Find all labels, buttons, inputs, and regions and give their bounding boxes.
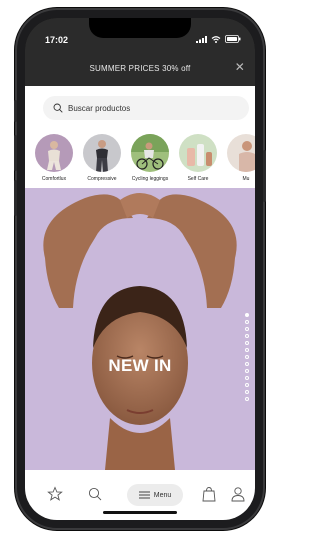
search-input[interactable]: Buscar productos: [43, 96, 249, 120]
category-item-cycling-leggings[interactable]: Cycling leggings: [123, 134, 177, 182]
slide-dot[interactable]: [245, 348, 249, 352]
battery-icon: [225, 35, 241, 43]
wifi-icon: [211, 35, 221, 43]
screen: 17:02 SUMMER PRICES 30% off ✕ Buscar pro…: [25, 18, 255, 520]
power-button: [263, 150, 266, 202]
search-placeholder: Buscar productos: [68, 103, 131, 113]
slide-dot[interactable]: [245, 334, 249, 338]
search-icon: [53, 103, 63, 113]
slide-dot[interactable]: [245, 327, 249, 331]
slide-dot[interactable]: [245, 313, 249, 317]
slide-dot[interactable]: [245, 390, 249, 394]
category-label: Cycling leggings: [131, 176, 169, 182]
slide-dot[interactable]: [245, 369, 249, 373]
menu-label: Menu: [153, 491, 172, 499]
category-thumbnail: [83, 134, 121, 172]
category-thumbnail: [35, 134, 73, 172]
category-label: Compressive: [87, 176, 117, 182]
category-item-comfortlux[interactable]: Comfortlux: [27, 134, 81, 182]
slide-dot[interactable]: [245, 397, 249, 401]
category-thumbnail: [131, 134, 169, 172]
slide-dot[interactable]: [245, 376, 249, 380]
promo-text: SUMMER PRICES 30% off: [89, 63, 191, 73]
slide-dot[interactable]: [245, 341, 249, 345]
hero-title: NEW IN: [108, 356, 172, 375]
search-icon[interactable]: [87, 486, 103, 502]
menu-icon: [138, 491, 150, 499]
category-label: Comfortlux: [41, 176, 67, 182]
phone-frame: 17:02 SUMMER PRICES 30% off ✕ Buscar pro…: [14, 10, 266, 528]
bag-icon[interactable]: [201, 486, 217, 502]
category-item-compressive[interactable]: Compressive: [75, 134, 129, 182]
status-time: 17:02: [45, 35, 69, 45]
close-icon[interactable]: ✕: [235, 61, 245, 73]
mute-switch: [14, 100, 17, 122]
category-label: Self Care: [187, 176, 209, 182]
menu-button[interactable]: Menu: [127, 484, 183, 506]
category-item-mu[interactable]: Mu: [219, 134, 255, 182]
category-thumbnail: [179, 134, 217, 172]
user-icon[interactable]: [230, 486, 246, 502]
slide-dot[interactable]: [245, 320, 249, 324]
star-icon[interactable]: [47, 486, 63, 502]
volume-up-button: [14, 135, 17, 171]
slide-indicator[interactable]: [245, 313, 249, 401]
slide-dot[interactable]: [245, 383, 249, 387]
hero-image: [25, 188, 255, 470]
hero-banner[interactable]: NEW IN: [25, 188, 255, 470]
category-item-self-care[interactable]: Self Care: [171, 134, 225, 182]
promo-banner[interactable]: SUMMER PRICES 30% off ✕: [25, 50, 255, 86]
home-indicator: [103, 511, 177, 514]
slide-dot[interactable]: [245, 355, 249, 359]
category-thumbnail: [227, 134, 255, 172]
status-icons: [196, 35, 241, 43]
category-label: Mu: [242, 176, 250, 182]
slide-dot[interactable]: [245, 362, 249, 366]
notch: [89, 18, 191, 38]
volume-down-button: [14, 180, 17, 216]
category-carousel[interactable]: Comfortlux Compressive Cycling leggings …: [25, 126, 255, 188]
signal-icon: [196, 35, 207, 43]
